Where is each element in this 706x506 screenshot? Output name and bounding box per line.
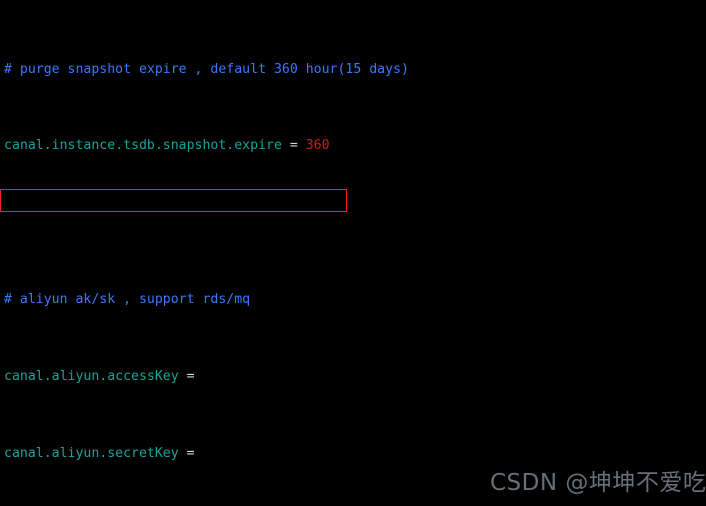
code-line-1: # purge snapshot expire , default 360 ho… bbox=[4, 60, 584, 79]
config-key: canal.aliyun.accessKey bbox=[4, 368, 179, 384]
config-key: canal.aliyun.secretKey bbox=[4, 445, 179, 461]
code-line-4: # aliyun ak/sk , support rds/mq bbox=[4, 290, 584, 309]
equals-sign: = bbox=[178, 445, 195, 461]
config-key: canal.instance.tsdb.snapshot.expire bbox=[4, 138, 282, 154]
config-value: 360 bbox=[305, 138, 330, 154]
code-line-5: canal.aliyun.accessKey = bbox=[4, 367, 584, 386]
comment-text: # aliyun ak/sk , support rds/mq bbox=[4, 292, 251, 307]
code-line-2: canal.instance.tsdb.snapshot.expire = 36… bbox=[4, 136, 584, 155]
equals-sign: = bbox=[281, 138, 306, 154]
code-line-6: canal.aliyun.secretKey = bbox=[4, 444, 584, 463]
terminal-screen: # purge snapshot expire , default 360 ho… bbox=[0, 0, 706, 506]
comment-text: # purge snapshot expire , default 360 ho… bbox=[4, 61, 409, 77]
equals-sign: = bbox=[178, 368, 195, 384]
config-file-text[interactable]: # purge snapshot expire , default 360 ho… bbox=[4, 2, 584, 506]
code-line-3-blank bbox=[4, 213, 584, 232]
